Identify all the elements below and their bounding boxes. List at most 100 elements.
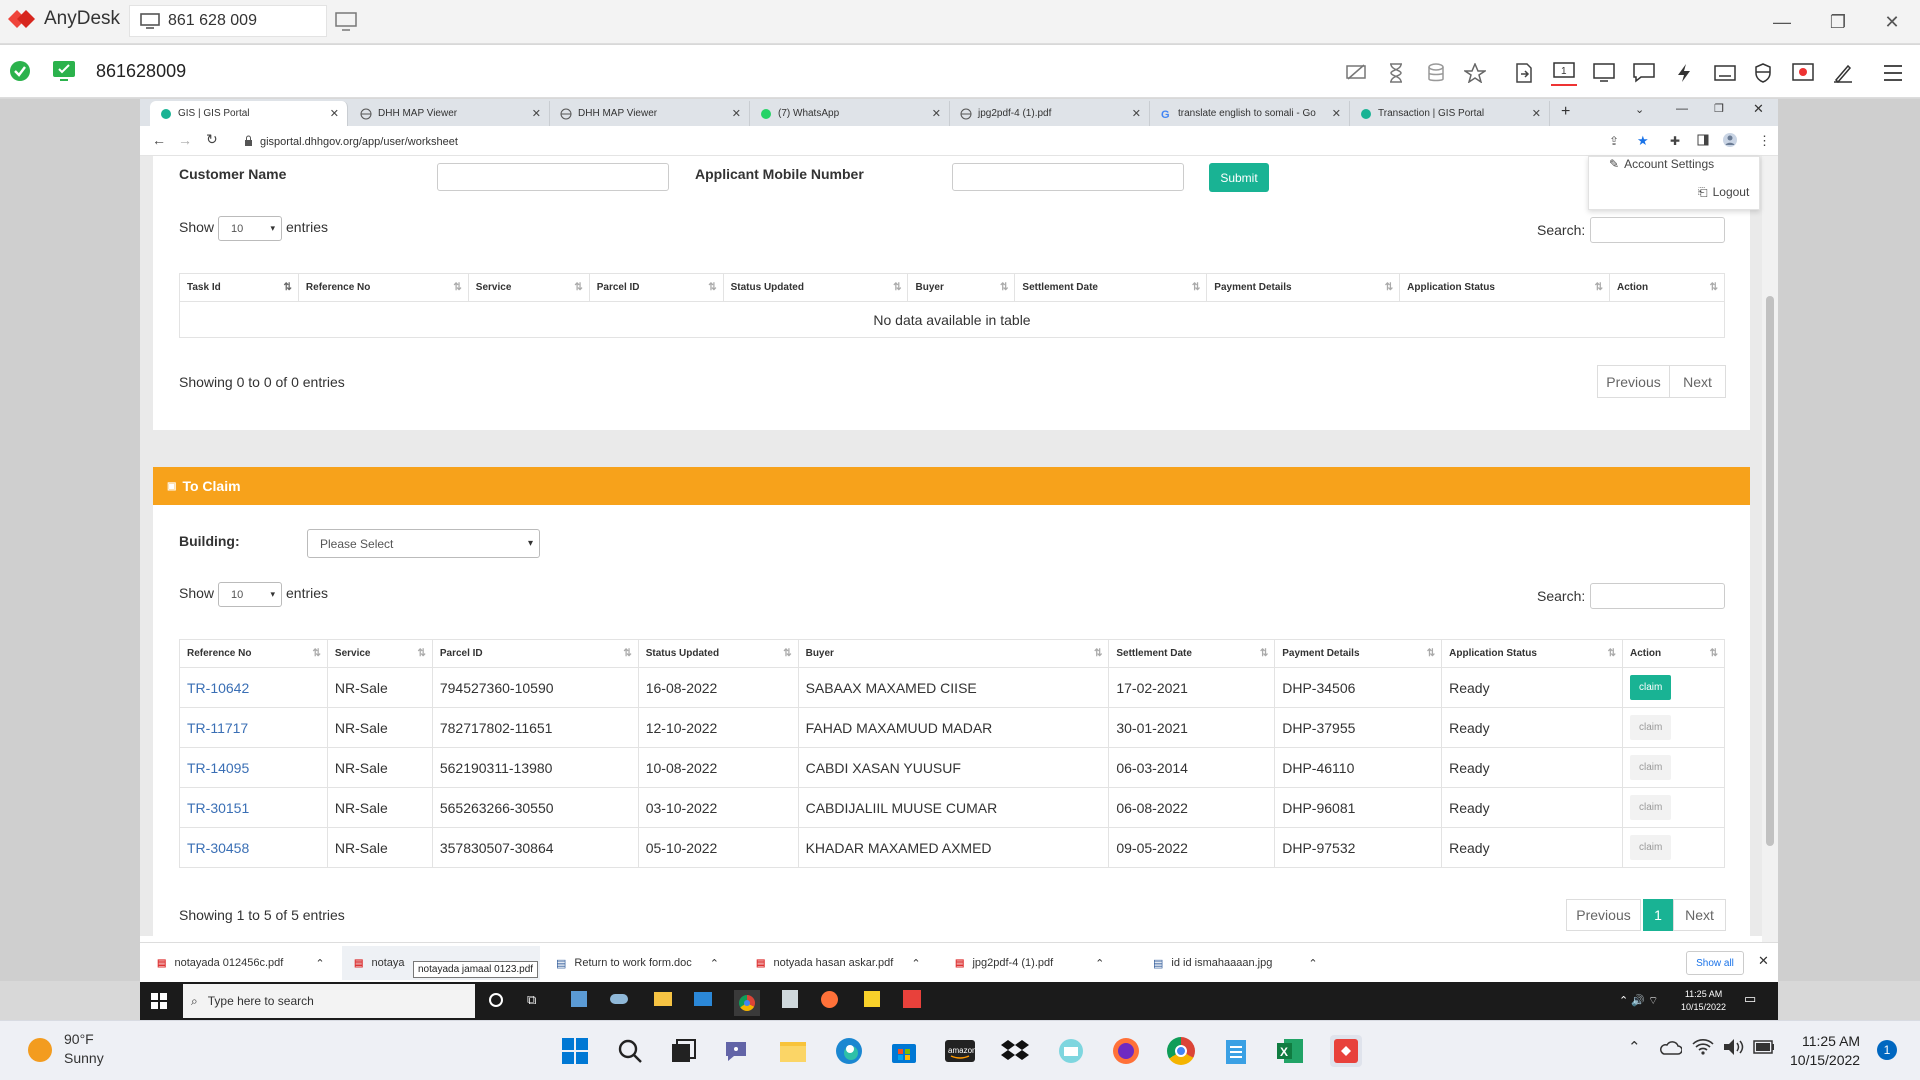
tab-transaction-gis[interactable]: Transaction | GIS Portal ✕: [1350, 101, 1550, 126]
sunny-weather-icon[interactable]: [28, 1038, 52, 1062]
submit-button[interactable]: Submit: [1209, 163, 1269, 192]
col-reference-no[interactable]: Reference No ⇅: [297, 273, 469, 302]
file-explorer-icon[interactable]: [654, 992, 672, 1006]
entries-select-1[interactable]: 10 ▾: [218, 216, 282, 241]
tab-close-icon[interactable]: ✕: [532, 107, 541, 120]
page-1-button[interactable]: 1: [1643, 899, 1673, 931]
windows-start-icon[interactable]: [151, 993, 167, 1009]
notification-badge[interactable]: 1: [1877, 1040, 1897, 1060]
tab-close-icon[interactable]: ✕: [1132, 107, 1141, 120]
col-payment-details[interactable]: Payment Details ⇅: [1206, 273, 1401, 302]
col-parcel-id[interactable]: Parcel ID ⇅: [588, 273, 724, 302]
tab-google-translate[interactable]: G translate english to somali - Go ✕: [1150, 101, 1350, 126]
sticky-notes-icon[interactable]: [864, 991, 880, 1007]
teams-chat-icon[interactable]: [722, 1035, 754, 1067]
task-view-icon[interactable]: ⧉: [527, 992, 536, 1008]
col-service[interactable]: Service ⇅: [467, 273, 590, 302]
col-service[interactable]: Service ⇅: [326, 639, 433, 668]
claim-button[interactable]: claim: [1630, 835, 1672, 860]
claim-button[interactable]: claim: [1630, 675, 1672, 700]
claim-button[interactable]: claim: [1630, 715, 1672, 740]
battery-icon[interactable]: [1753, 1040, 1775, 1054]
store-icon[interactable]: [571, 991, 587, 1007]
chevron-up-icon[interactable]: ⌃: [1095, 957, 1104, 970]
firefox-icon[interactable]: [821, 991, 838, 1008]
bookmark-star-icon[interactable]: ★: [1637, 133, 1649, 149]
download-item[interactable]: ▤ Return to work form.doc ⌃: [556, 946, 719, 980]
hourglass-icon[interactable]: [1383, 60, 1409, 86]
logout-item[interactable]: ⎗ Logout: [1698, 185, 1749, 200]
reference-link[interactable]: TR-14095: [187, 760, 249, 776]
reference-link[interactable]: TR-11717: [187, 720, 248, 736]
volume-icon[interactable]: [1723, 1038, 1745, 1056]
anydesk-taskbar-icon[interactable]: [903, 990, 921, 1008]
chevron-up-icon[interactable]: ⌃: [315, 957, 324, 970]
permissions-shield-icon[interactable]: [1750, 60, 1776, 86]
col-buyer[interactable]: Buyer ⇅: [797, 639, 1110, 668]
onedrive-cloud-icon[interactable]: [1658, 1040, 1682, 1056]
col-status-updated[interactable]: Status Updated ⇅: [637, 639, 799, 668]
anydesk-taskbar-icon[interactable]: [1330, 1035, 1362, 1067]
windows-start-icon[interactable]: [559, 1035, 591, 1067]
firefox-icon[interactable]: [1110, 1035, 1142, 1067]
page-scrollbar[interactable]: [1762, 156, 1778, 942]
col-status-updated[interactable]: Status Updated ⇅: [722, 273, 909, 302]
minimize-icon[interactable]: —: [1770, 10, 1794, 34]
col-payment-details[interactable]: Payment Details ⇅: [1274, 639, 1443, 668]
chevron-up-icon[interactable]: ⌃: [911, 957, 920, 970]
tab-dhh-map-viewer-2[interactable]: DHH MAP Viewer ✕: [550, 101, 750, 126]
mail-client-icon[interactable]: [1055, 1035, 1087, 1067]
claim-button[interactable]: claim: [1630, 795, 1672, 820]
tab-whatsapp[interactable]: (7) WhatsApp ✕: [750, 101, 950, 126]
show-all-downloads-button[interactable]: Show all: [1686, 951, 1744, 975]
account-settings-item[interactable]: ✎ Account Settings: [1609, 157, 1714, 171]
col-parcel-id[interactable]: Parcel ID ⇅: [431, 639, 639, 668]
profile-avatar-icon[interactable]: [1723, 133, 1737, 147]
back-icon[interactable]: ←: [152, 132, 166, 148]
remote-notification-icon[interactable]: ▭: [1744, 991, 1756, 1007]
amazon-icon[interactable]: amazon: [944, 1035, 976, 1067]
browser-close-icon[interactable]: ✕: [1753, 101, 1764, 117]
reference-link[interactable]: TR-30458: [187, 840, 249, 856]
next-button-2[interactable]: Next: [1673, 899, 1726, 931]
col-application-status[interactable]: Application Status ⇅: [1441, 639, 1623, 668]
tab-search-chevron-icon[interactable]: ⌄: [1635, 103, 1644, 116]
col-task-id[interactable]: Task Id ⇅: [179, 273, 299, 302]
keyboard-icon[interactable]: [1712, 60, 1738, 86]
wifi-icon[interactable]: [1692, 1038, 1714, 1056]
download-item[interactable]: ▤ id id ismahaaaan.jpg ⌃: [1153, 946, 1318, 980]
tab-close-icon[interactable]: ✕: [330, 107, 339, 120]
tray-icons[interactable]: ⌃ 🔊 ⌔: [1619, 994, 1658, 1008]
close-download-bar-icon[interactable]: ✕: [1758, 953, 1769, 969]
previous-button-2[interactable]: Previous: [1566, 899, 1641, 931]
forward-icon[interactable]: →: [178, 132, 192, 148]
cloud-app-icon[interactable]: [610, 994, 628, 1004]
col-action[interactable]: Action ⇅: [1609, 273, 1725, 302]
tab-close-icon[interactable]: ✕: [1532, 107, 1541, 120]
tab-close-icon[interactable]: ✕: [1332, 107, 1341, 120]
col-settlement-date[interactable]: Settlement Date ⇅: [1108, 639, 1276, 668]
chrome-active-icon[interactable]: [734, 990, 760, 1016]
search-input-1[interactable]: [1590, 217, 1725, 243]
tab-close-icon[interactable]: ✕: [932, 107, 941, 120]
host-clock[interactable]: 11:25 AM 10/15/2022: [1790, 1032, 1860, 1070]
file-transfer-icon[interactable]: [1511, 60, 1537, 86]
browser-restore-icon[interactable]: ❐: [1714, 102, 1724, 115]
tab-gis-portal[interactable]: GIS | GIS Portal ✕: [150, 101, 348, 126]
actions-lightning-icon[interactable]: [1671, 60, 1697, 86]
entries-select-2[interactable]: 10 ▾: [218, 582, 282, 607]
privacy-mode-icon[interactable]: [1343, 60, 1369, 86]
remote-clock[interactable]: 11:25 AM 10/15/2022: [1681, 988, 1726, 1014]
record-icon[interactable]: [1790, 60, 1816, 86]
notepad-icon[interactable]: [1220, 1035, 1252, 1067]
tab-dhh-map-viewer[interactable]: DHH MAP Viewer ✕: [350, 101, 550, 126]
excel-icon[interactable]: X: [1274, 1035, 1306, 1067]
cortana-icon[interactable]: [489, 993, 503, 1007]
mail-icon[interactable]: [694, 992, 712, 1006]
building-select[interactable]: Please Select ▾: [307, 529, 540, 558]
reference-link[interactable]: TR-10642: [187, 680, 249, 696]
new-session-icon[interactable]: [335, 12, 357, 32]
col-buyer[interactable]: Buyer ⇅: [907, 273, 1016, 302]
col-settlement-date[interactable]: Settlement Date ⇅: [1014, 273, 1208, 302]
kebab-menu-icon[interactable]: ⋮: [1758, 133, 1771, 149]
